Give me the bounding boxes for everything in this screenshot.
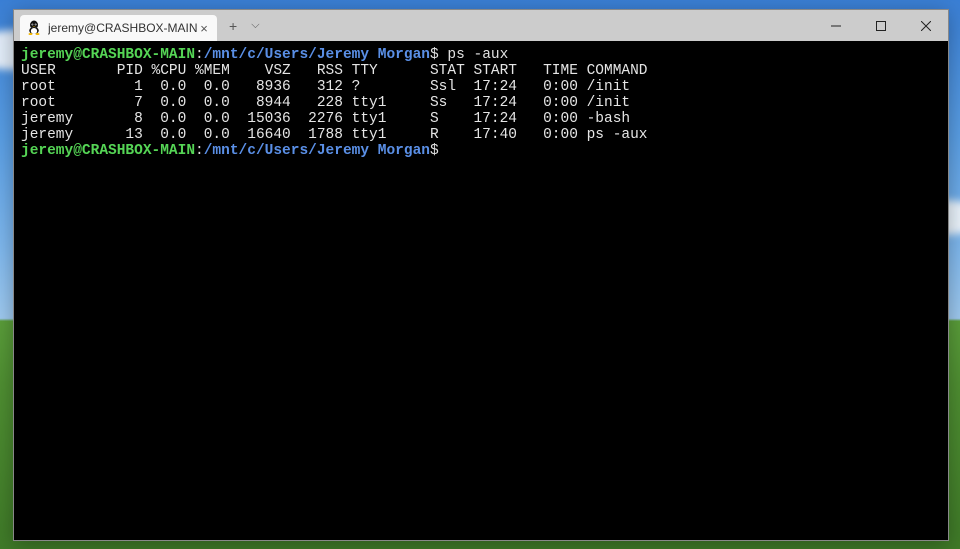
prompt-path: /mnt/c/Users/Jeremy Morgan — [204, 47, 430, 63]
maximize-button[interactable] — [858, 10, 903, 41]
ps-row: root 7 0.0 0.0 8944 228 tty1 Ss 17:24 0:… — [21, 95, 630, 111]
prompt-userhost: jeremy@CRASHBOX-MAIN — [21, 47, 195, 63]
new-tab-button[interactable]: + — [229, 18, 237, 34]
ps-row: jeremy 8 0.0 0.0 15036 2276 tty1 S 17:24… — [21, 111, 630, 127]
ps-row: root 1 0.0 0.0 8936 312 ? Ssl 17:24 0:00… — [21, 79, 630, 95]
prompt-colon: : — [195, 143, 204, 159]
tux-icon — [26, 20, 42, 36]
window-controls — [813, 10, 948, 41]
close-button[interactable] — [903, 10, 948, 41]
prompt-colon: : — [195, 47, 204, 63]
prompt-dollar: $ — [430, 47, 447, 63]
minimize-button[interactable] — [813, 10, 858, 41]
titlebar[interactable]: jeremy@CRASHBOX-MAIN: /mr × + ⌵ — [14, 10, 948, 41]
tab-close-icon[interactable]: × — [197, 21, 211, 36]
tab-dropdown-icon[interactable]: ⌵ — [251, 19, 259, 32]
terminal-window: jeremy@CRASHBOX-MAIN: /mr × + ⌵ — [13, 9, 949, 541]
ps-row: jeremy 13 0.0 0.0 16640 1788 tty1 R 17:4… — [21, 127, 648, 143]
ps-header: USER PID %CPU %MEM VSZ RSS TTY STAT STAR… — [21, 63, 648, 79]
tab-active[interactable]: jeremy@CRASHBOX-MAIN: /mr × — [20, 15, 217, 41]
command-text: ps -aux — [447, 47, 508, 63]
prompt-dollar: $ — [430, 143, 439, 159]
prompt-path: /mnt/c/Users/Jeremy Morgan — [204, 143, 430, 159]
desktop-wallpaper: jeremy@CRASHBOX-MAIN: /mr × + ⌵ — [0, 0, 960, 549]
terminal-viewport[interactable]: jeremy@CRASHBOX-MAIN:/mnt/c/Users/Jeremy… — [14, 41, 948, 540]
tab-toolbar: + ⌵ — [229, 10, 260, 41]
tab-title: jeremy@CRASHBOX-MAIN: /mr — [48, 21, 197, 35]
prompt-userhost: jeremy@CRASHBOX-MAIN — [21, 143, 195, 159]
